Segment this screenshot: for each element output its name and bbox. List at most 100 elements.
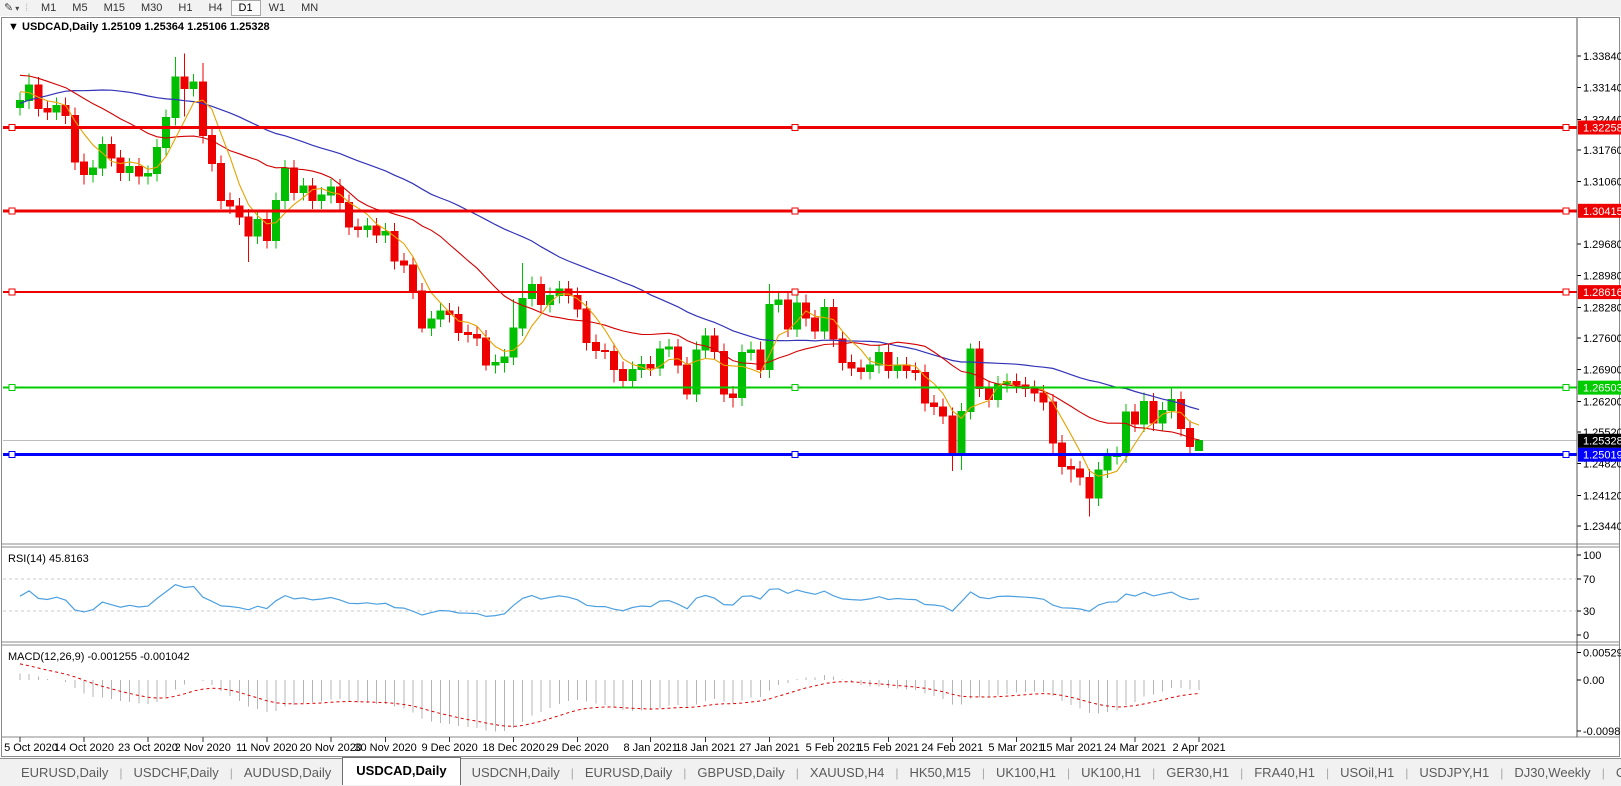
chart-tab-usdchf-daily[interactable]: USDCHF,Daily [123, 761, 230, 784]
candle-down [838, 338, 847, 363]
timeframe-button-h1[interactable]: H1 [170, 0, 200, 16]
candle-up [820, 306, 829, 332]
chart-tab-eurusd-daily[interactable]: EURUSD,Daily [574, 761, 683, 784]
line-handle[interactable] [8, 288, 16, 296]
line-handle[interactable] [791, 288, 799, 296]
rsi-axis-label: 100 [1583, 550, 1601, 562]
macd-axis-label: -0.009816 [1583, 726, 1621, 738]
candle-up [189, 81, 198, 89]
line-handle[interactable] [1562, 451, 1570, 459]
candle-down [646, 363, 655, 369]
date-axis-label: 11 Nov 2020 [236, 742, 298, 754]
candle-up [747, 349, 756, 353]
rsi-axis-label: 70 [1583, 574, 1595, 586]
price-axis-label: 1.26900 [1583, 365, 1621, 377]
candle-up [363, 225, 372, 231]
price-axis-label: 1.28980 [1583, 271, 1621, 283]
chart-tab-usoil-h1[interactable]: USOil,H1 [1329, 761, 1405, 784]
candle-up [1103, 456, 1112, 471]
candle-down [463, 332, 472, 335]
line-handle[interactable] [8, 124, 16, 132]
price-axis-label: 1.27600 [1583, 333, 1621, 345]
candle-down [399, 260, 408, 266]
timeframe-toolbar: ✎ ▾ ⁞ M1 M5 M15 M30 H1 H4 D1 W1 MN [0, 0, 1621, 17]
chart-tab-china300-h1[interactable]: CHINA300,H1 [1605, 761, 1621, 784]
chart-tab-usdjpy-h1[interactable]: USDJPY,H1 [1408, 761, 1500, 784]
date-axis-label: 15 Feb 2021 [857, 742, 919, 754]
timeframe-button-w1[interactable]: W1 [261, 0, 294, 16]
chart-tab-xauusd-h4[interactable]: XAUUSD,H4 [799, 761, 895, 784]
candle-down [80, 161, 88, 176]
candle-down [290, 167, 299, 194]
chart-tab-usdcad-daily[interactable]: USDCAD,Daily [342, 756, 461, 785]
line-handle[interactable] [1562, 124, 1570, 132]
price-axis-label: 1.33840 [1583, 51, 1621, 63]
chart-title: USDCAD,Daily 1.25109 1.25364 1.25106 1.2… [22, 21, 270, 33]
candle-down [372, 225, 381, 236]
timeframe-button-d1[interactable]: D1 [230, 0, 261, 16]
candle-down [902, 364, 911, 372]
date-axis-label: 24 Mar 2021 [1104, 742, 1166, 754]
candle-down [180, 76, 189, 90]
candle-down [262, 219, 271, 241]
chart-tab-uk100-h1[interactable]: UK100,H1 [1070, 761, 1152, 784]
candle-down [591, 342, 600, 352]
line-handle[interactable] [791, 207, 799, 215]
chart-tab-audusd-daily[interactable]: AUDUSD,Daily [233, 761, 342, 784]
candle-down [116, 157, 125, 174]
chart-tab-gbpusd-daily[interactable]: GBPUSD,Daily [686, 761, 795, 784]
candle-up [701, 335, 710, 351]
chart-tab-fra40-h1[interactable]: FRA40,H1 [1243, 761, 1326, 784]
candle-down [856, 367, 865, 372]
candle-down [134, 165, 143, 177]
candle-down [1131, 411, 1140, 425]
line-handle[interactable] [8, 207, 16, 215]
candle-up [153, 146, 162, 175]
chart-tab-eurusd-daily[interactable]: EURUSD,Daily [10, 761, 119, 784]
candle-up [427, 318, 436, 329]
date-axis-label: 15 Mar 2021 [1040, 742, 1102, 754]
candle-up [144, 173, 152, 177]
line-handle[interactable] [1562, 384, 1570, 392]
timeframe-button-mn[interactable]: MN [293, 0, 326, 16]
candle-down [683, 364, 692, 395]
timeframe-button-m5[interactable]: M5 [64, 0, 95, 16]
candle-up [52, 105, 61, 113]
candle-up [774, 299, 783, 306]
chart-tab-usdcnh-daily[interactable]: USDCNH,Daily [461, 761, 571, 784]
chart-tab-ger30-h1[interactable]: GER30,H1 [1155, 761, 1240, 784]
line-handle[interactable] [791, 384, 799, 392]
candle-down [1067, 465, 1076, 470]
timeframe-button-h4[interactable]: H4 [200, 0, 230, 16]
candle-up [500, 356, 509, 363]
chart-tab-hk50-m15[interactable]: HK50,M15 [898, 761, 981, 784]
line-handle[interactable] [1562, 207, 1570, 215]
date-axis-label: 27 Jan 2021 [739, 742, 800, 754]
chart-tab-uk100-h1[interactable]: UK100,H1 [985, 761, 1067, 784]
candle-down [61, 105, 70, 117]
dropdown-arrow-icon[interactable]: ▾ [15, 4, 23, 13]
line-handle[interactable] [8, 451, 16, 459]
timeframe-button-m30[interactable]: M30 [133, 0, 170, 16]
candle-down [619, 369, 628, 382]
date-axis-label: 18 Dec 2020 [482, 742, 544, 754]
timeframe-button-m1[interactable]: M1 [33, 0, 64, 16]
chart-tab-dj30-weekly[interactable]: DJ30,Weekly [1503, 761, 1601, 784]
timeframe-button-m15[interactable]: M15 [96, 0, 133, 16]
line-handle[interactable] [8, 384, 16, 392]
line-handle[interactable] [791, 451, 799, 459]
price-axis-label: 1.31760 [1583, 145, 1621, 157]
date-axis-label: 8 Jan 2021 [623, 742, 677, 754]
line-handle[interactable] [791, 124, 799, 132]
candle-up [1121, 411, 1130, 456]
candle-down [674, 346, 683, 366]
line-handle[interactable] [1562, 288, 1570, 296]
candle-down [939, 406, 948, 417]
date-axis-label: 2 Apr 2021 [1172, 742, 1225, 754]
candle-down [226, 200, 235, 207]
candle-up [866, 364, 874, 373]
draw-tool-icon[interactable]: ✎ [0, 1, 15, 15]
candle-down [244, 216, 253, 237]
usdcad-daily-chart: 1.338401.331401.324401.317601.310601.296… [0, 16, 1621, 758]
date-axis-label: 5 Feb 2021 [806, 742, 862, 754]
